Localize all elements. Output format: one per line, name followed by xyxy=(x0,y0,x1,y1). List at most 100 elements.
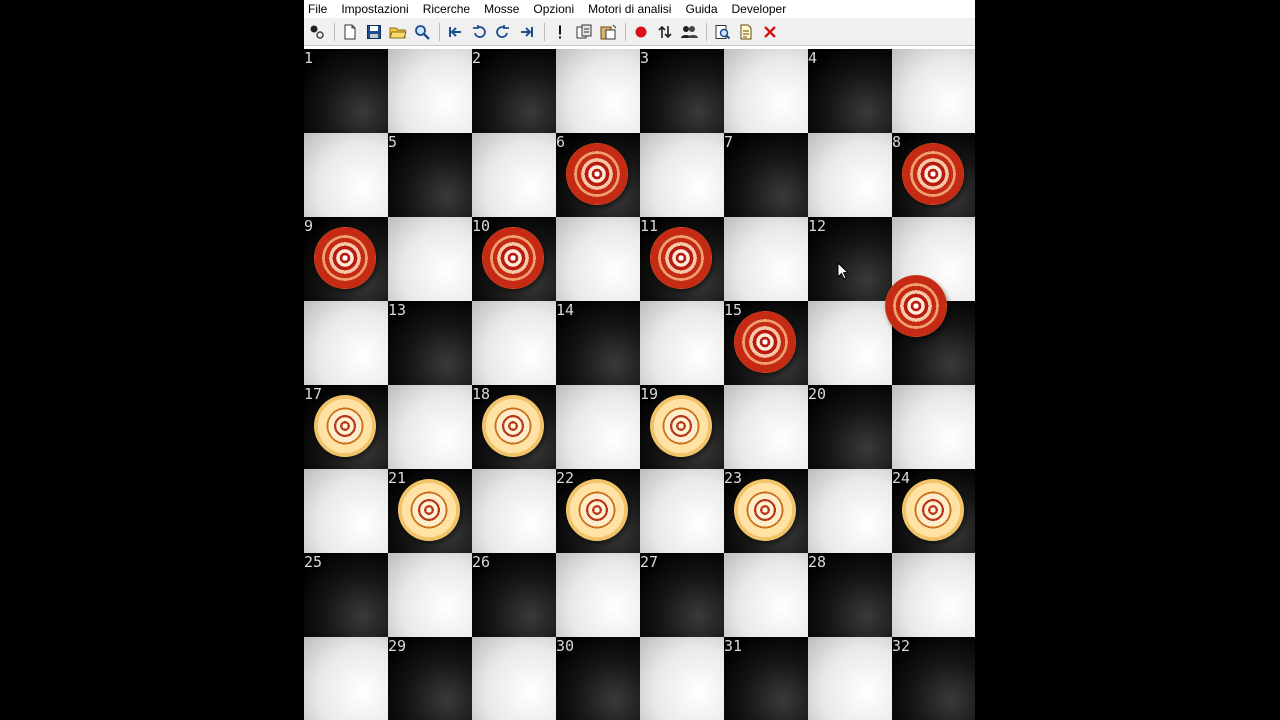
white-checker-piece[interactable] xyxy=(482,395,544,457)
square-number: 19 xyxy=(640,385,659,403)
board-square-light xyxy=(640,637,724,720)
close-button[interactable] xyxy=(759,21,781,43)
exclamation-button[interactable] xyxy=(549,21,571,43)
board-square-26[interactable]: 26 xyxy=(472,553,556,637)
board-square-light xyxy=(556,217,640,301)
board-square-23[interactable]: 23 xyxy=(724,469,808,553)
board-square-13[interactable]: 13 xyxy=(388,301,472,385)
copy-position-button[interactable] xyxy=(573,21,595,43)
board-square-5[interactable]: 5 xyxy=(388,133,472,217)
menu-item-guida[interactable]: Guida xyxy=(685,2,717,16)
engine-button[interactable] xyxy=(306,21,328,43)
menu-item-mosse[interactable]: Mosse xyxy=(484,2,519,16)
red-checker-piece[interactable] xyxy=(650,227,712,289)
square-number: 2 xyxy=(472,49,482,67)
board-square-31[interactable]: 31 xyxy=(724,637,808,720)
board-square-30[interactable]: 30 xyxy=(556,637,640,720)
board-square-light xyxy=(556,385,640,469)
toolbar xyxy=(304,18,975,46)
search-button[interactable] xyxy=(411,21,433,43)
new-file-button[interactable] xyxy=(339,21,361,43)
undo-icon xyxy=(471,24,487,40)
board-square-27[interactable]: 27 xyxy=(640,553,724,637)
board-square-18[interactable]: 18 xyxy=(472,385,556,469)
checkers-board[interactable]: 1 2 3 4 5 6 7 8 9 10 11 12 13 14 15 17 18 19 20 21 22 23 24 25 2… xyxy=(304,49,975,720)
board-square-7[interactable]: 7 xyxy=(724,133,808,217)
board-square-9[interactable]: 9 xyxy=(304,217,388,301)
menu-item-file[interactable]: File xyxy=(308,2,327,16)
document-button[interactable] xyxy=(735,21,757,43)
red-checker-piece[interactable] xyxy=(734,311,796,373)
square-number: 25 xyxy=(304,553,323,571)
square-number: 23 xyxy=(724,469,743,487)
square-number: 27 xyxy=(640,553,659,571)
toolbar-separator xyxy=(625,22,626,41)
close-icon xyxy=(762,24,778,40)
menu-item-opzioni[interactable]: Opzioni xyxy=(533,2,574,16)
square-number: 29 xyxy=(388,637,407,655)
board-square-19[interactable]: 19 xyxy=(640,385,724,469)
board-square-21[interactable]: 21 xyxy=(388,469,472,553)
board-square-24[interactable]: 24 xyxy=(892,469,975,553)
open-folder-button[interactable] xyxy=(387,21,409,43)
redo-button[interactable] xyxy=(492,21,514,43)
board-square-32[interactable]: 32 xyxy=(892,637,975,720)
menu-item-motori-di-analisi[interactable]: Motori di analisi xyxy=(588,2,671,16)
white-checker-piece[interactable] xyxy=(398,479,460,541)
toolbar-separator xyxy=(334,22,335,41)
save-button[interactable] xyxy=(363,21,385,43)
menu-item-impostazioni[interactable]: Impostazioni xyxy=(341,2,408,16)
board-square-light xyxy=(892,385,975,469)
board-square-22[interactable]: 22 xyxy=(556,469,640,553)
first-move-button[interactable] xyxy=(444,21,466,43)
dragged-checker-piece[interactable] xyxy=(885,275,947,337)
red-checker-piece[interactable] xyxy=(566,143,628,205)
analysis-button[interactable] xyxy=(711,21,733,43)
flip-board-button[interactable] xyxy=(654,21,676,43)
white-checker-piece[interactable] xyxy=(902,479,964,541)
save-icon xyxy=(366,24,382,40)
white-checker-piece[interactable] xyxy=(650,395,712,457)
square-number: 3 xyxy=(640,49,650,67)
board-square-light xyxy=(724,553,808,637)
board-square-2[interactable]: 2 xyxy=(472,49,556,133)
board-square-20[interactable]: 20 xyxy=(808,385,892,469)
board-square-10[interactable]: 10 xyxy=(472,217,556,301)
menu-item-developer[interactable]: Developer xyxy=(732,2,787,16)
search-icon xyxy=(414,24,430,40)
board-square-light xyxy=(640,301,724,385)
square-number: 9 xyxy=(304,217,314,235)
square-number: 22 xyxy=(556,469,575,487)
menu-item-ricerche[interactable]: Ricerche xyxy=(423,2,470,16)
red-checker-piece[interactable] xyxy=(482,227,544,289)
board-square-17[interactable]: 17 xyxy=(304,385,388,469)
board-square-25[interactable]: 25 xyxy=(304,553,388,637)
engine-icon xyxy=(309,24,325,40)
board-square-29[interactable]: 29 xyxy=(388,637,472,720)
undo-button[interactable] xyxy=(468,21,490,43)
white-checker-piece[interactable] xyxy=(734,479,796,541)
board-square-1[interactable]: 1 xyxy=(304,49,388,133)
board-square-8[interactable]: 8 xyxy=(892,133,975,217)
record-button[interactable] xyxy=(630,21,652,43)
players-button[interactable] xyxy=(678,21,700,43)
red-checker-piece[interactable] xyxy=(902,143,964,205)
white-checker-piece[interactable] xyxy=(314,395,376,457)
first-move-icon xyxy=(447,24,463,40)
square-number: 31 xyxy=(724,637,743,655)
board-square-light xyxy=(808,301,892,385)
square-number: 32 xyxy=(892,637,911,655)
board-square-14[interactable]: 14 xyxy=(556,301,640,385)
board-square-3[interactable]: 3 xyxy=(640,49,724,133)
board-square-12[interactable]: 12 xyxy=(808,217,892,301)
board-square-6[interactable]: 6 xyxy=(556,133,640,217)
board-square-11[interactable]: 11 xyxy=(640,217,724,301)
red-checker-piece[interactable] xyxy=(314,227,376,289)
paste-position-button[interactable] xyxy=(597,21,619,43)
square-number: 6 xyxy=(556,133,566,151)
board-square-15[interactable]: 15 xyxy=(724,301,808,385)
board-square-28[interactable]: 28 xyxy=(808,553,892,637)
white-checker-piece[interactable] xyxy=(566,479,628,541)
board-square-4[interactable]: 4 xyxy=(808,49,892,133)
last-move-button[interactable] xyxy=(516,21,538,43)
